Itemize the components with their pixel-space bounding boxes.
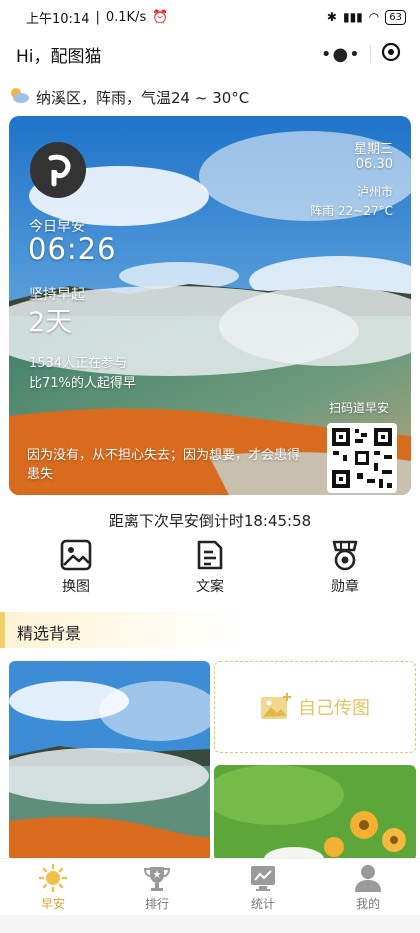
hot-spring-image (9, 661, 210, 861)
page-title: Hi，配图猫 (16, 46, 102, 67)
medal-button[interactable]: 勋章 (305, 538, 385, 596)
partly-cloudy-icon (8, 86, 30, 108)
wake-time: 06:26 (28, 232, 117, 266)
app-logo (30, 142, 86, 198)
copywriting-button[interactable]: 文案 (170, 538, 250, 596)
tab-label-morning: 早安 (40, 897, 65, 911)
status-bar: 上午10:14 | 0.1K/s ⏰ ✱ ▮▮▮ ◠ 63 (0, 0, 420, 34)
image-upload-icon (261, 693, 291, 719)
sun-icon (38, 863, 68, 893)
battery-indicator: 63 (385, 9, 406, 25)
status-speed: 0.1K/s (105, 9, 147, 25)
upload-label: 自己传图 (298, 698, 370, 719)
close-target-icon[interactable] (381, 42, 401, 66)
system-home-bar (0, 915, 420, 933)
tab-morning[interactable]: 早安 (18, 863, 88, 912)
change-image-button[interactable]: 换图 (36, 538, 116, 596)
nav-bar: Hi，配图猫 •●• (0, 34, 420, 74)
city-text: 泸州市 (356, 185, 393, 199)
section-header: 精选背景 (0, 612, 420, 648)
tab-label-ranking: 排行 (144, 897, 169, 911)
tab-statistics[interactable]: 统计 (228, 863, 298, 912)
bluetooth-icon: ✱ (326, 10, 337, 24)
more-icon[interactable]: •●• (321, 44, 361, 65)
signal-icon: ▮▮▮ (342, 10, 363, 24)
background-tile-flowers[interactable] (214, 765, 416, 861)
tab-ranking[interactable]: 排行 (122, 863, 192, 912)
user-icon (355, 865, 381, 892)
action-label-copywriting: 文案 (196, 579, 224, 595)
wifi-icon: ◠ (368, 10, 380, 24)
section-title: 精选背景 (17, 624, 82, 643)
weather-text: 纳溪区，阵雨，气温24 ~ 30°C (36, 88, 250, 107)
qr-code (327, 423, 397, 493)
participants-text: 1534人正在参与 (29, 356, 128, 371)
date-text: 06.30 (355, 157, 393, 172)
tab-label-mine: 我的 (355, 897, 380, 911)
qr-caption: 扫码道早安 (329, 401, 390, 415)
action-label-medal: 勋章 (331, 579, 359, 595)
background-tile-hot-spring[interactable] (9, 661, 210, 861)
tab-bar: 早安 排行 统计 我的 (0, 858, 420, 916)
card-weather-text: 阵雨 22~27°C (310, 204, 393, 218)
chart-icon (251, 866, 275, 891)
countdown-text: 距离下次早安倒计时18:45:58 (108, 512, 312, 530)
percent-text: 比71%的人起得早 (29, 376, 136, 391)
trophy-icon (143, 867, 171, 891)
quote-text: 因为没有，从不担心失去；因为想要，才会患得患失 (27, 448, 301, 482)
morning-card[interactable]: 今日早安 06:26 坚持早起 2天 1534人正在参与 比71%的人起得早 星… (9, 116, 411, 495)
image-icon (60, 539, 92, 571)
action-row: 换图 文案 勋章 (0, 538, 420, 600)
weather-line: 纳溪区，阵雨，气温24 ~ 30°C (8, 86, 249, 108)
mini-program-capsule: •●• (316, 38, 406, 70)
weekday-text: 星期三 (353, 142, 393, 157)
status-time: 上午10:14 (26, 11, 90, 27)
tab-label-statistics: 统计 (250, 897, 275, 911)
alarm-icon: ⏰ (152, 9, 169, 25)
action-label-change-image: 换图 (62, 579, 90, 595)
tab-mine[interactable]: 我的 (333, 863, 403, 912)
flowers-image (214, 765, 416, 861)
medal-icon (332, 540, 358, 571)
document-icon (197, 540, 223, 570)
upload-own-image-button[interactable]: 自己传图 (214, 661, 416, 753)
streak-value: 2天 (28, 307, 73, 338)
